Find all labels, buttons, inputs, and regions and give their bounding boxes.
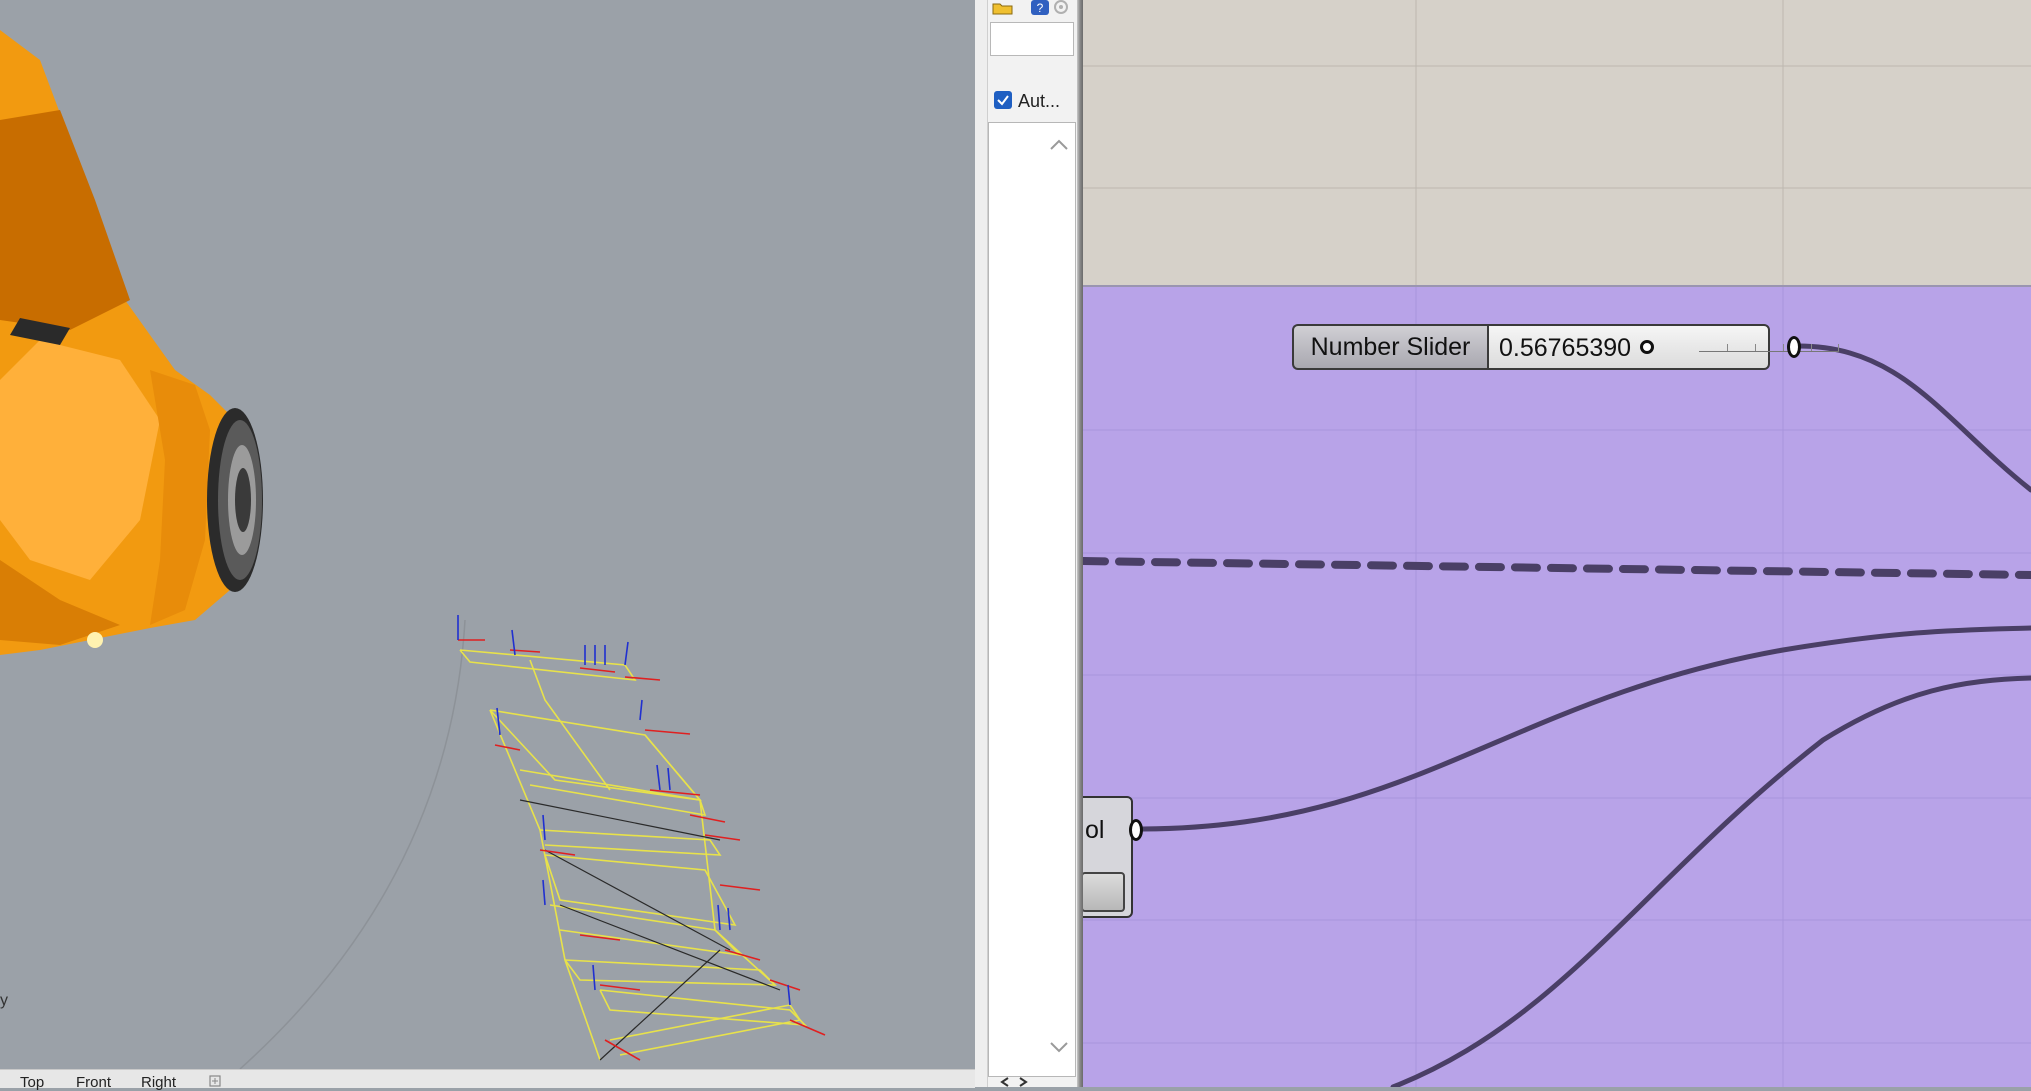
slider-wire <box>1795 343 2031 493</box>
robot-model <box>0 30 263 655</box>
chevron-right-icon[interactable] <box>1016 1077 1030 1087</box>
tool-wire <box>1135 625 2031 832</box>
help-icon[interactable]: ? <box>1030 0 1050 16</box>
folder-icon[interactable] <box>992 0 1014 16</box>
tool-component-label: ol <box>1085 816 1105 844</box>
number-slider[interactable]: 0.56765390 <box>1487 324 1839 370</box>
slider-value: 0.56765390 <box>1499 334 1632 362</box>
rhino-viewport[interactable]: y <box>0 0 975 1069</box>
panel-divider[interactable] <box>975 0 987 1087</box>
tab-front[interactable]: Front <box>76 1074 111 1091</box>
slider-knob[interactable] <box>1640 340 1654 354</box>
tool-component[interactable]: ol <box>1083 796 1133 918</box>
chevron-up-icon[interactable] <box>1049 137 1069 151</box>
grasshopper-canvas[interactable]: Number Slider 0.56765390 ol <box>1083 0 2031 1087</box>
tool-component-button[interactable] <box>1083 872 1125 912</box>
svg-text:?: ? <box>1037 1 1044 15</box>
component-list[interactable] <box>988 122 1076 1077</box>
settings-icon[interactable] <box>1052 0 1070 16</box>
work-arc <box>239 619 466 1069</box>
chevron-down-icon[interactable] <box>1049 1041 1069 1055</box>
search-input[interactable] <box>990 22 1074 56</box>
viewport-axis-label: y <box>0 992 8 1009</box>
plus-icon[interactable] <box>208 1074 222 1088</box>
chevron-left-icon[interactable] <box>998 1077 1012 1087</box>
wires <box>1083 343 2031 1087</box>
side-panel: ? Aut... <box>987 0 1078 1087</box>
viewport-scene: y <box>0 30 826 1069</box>
auto-checkbox-label[interactable]: Aut... <box>1018 91 1060 112</box>
data-tree-wire <box>1083 557 2031 579</box>
lower-wire <box>1390 675 2031 1087</box>
number-slider-name[interactable]: Number Slider <box>1292 324 1487 370</box>
toolpath <box>459 649 808 1061</box>
slider-track[interactable] <box>1699 339 1839 352</box>
tab-right[interactable]: Right <box>141 1074 176 1091</box>
tool-output-grip[interactable] <box>1129 819 1143 841</box>
canvas-grid <box>1083 0 2031 1087</box>
viewport-tab-bar: Top Front Right <box>0 1069 975 1091</box>
slider-output-grip[interactable] <box>1787 336 1801 358</box>
checkmark-icon <box>997 95 1009 106</box>
frame-axes-z <box>457 615 791 1006</box>
tab-top[interactable]: Top <box>20 1074 44 1091</box>
auto-checkbox[interactable] <box>994 91 1012 109</box>
